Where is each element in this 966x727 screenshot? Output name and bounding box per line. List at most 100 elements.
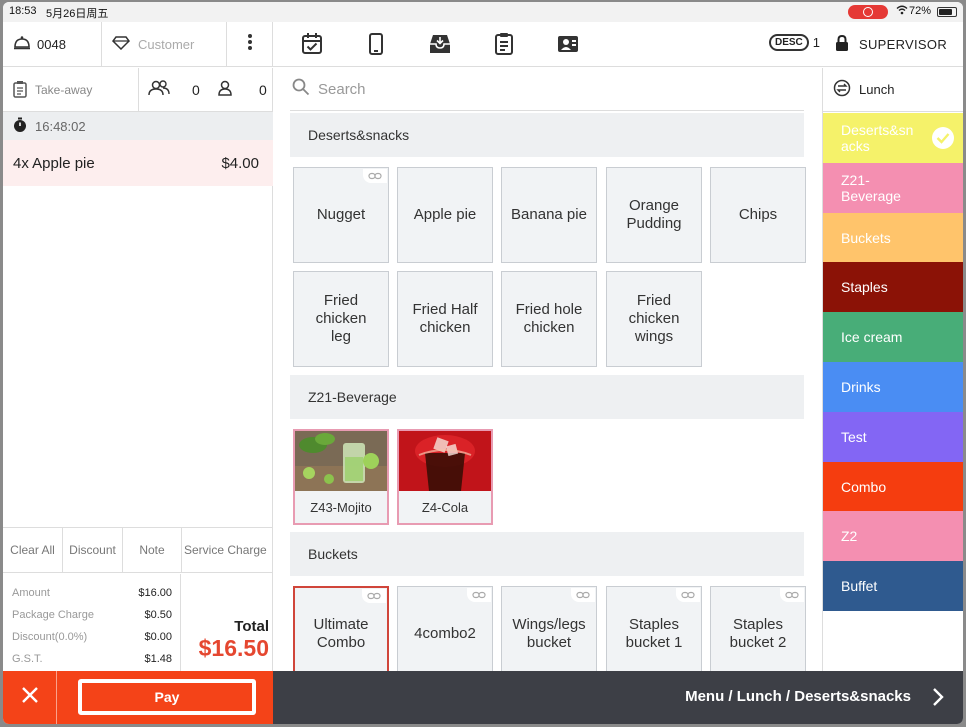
diamond-icon — [112, 36, 130, 53]
cancel-order-button[interactable] — [3, 671, 57, 724]
menu-selector[interactable]: Lunch — [823, 68, 963, 112]
inbox-download-icon[interactable] — [426, 30, 454, 58]
product-name: Orange Pudding — [626, 197, 682, 232]
product-name: Staples bucket 2 — [729, 616, 787, 651]
product-name: 4combo2 — [414, 625, 476, 642]
product-tile[interactable]: Staples bucket 2 — [710, 586, 806, 671]
summary-row-amount: Amount $16.00 — [12, 582, 172, 604]
category-item[interactable]: Z21- Beverage — [823, 162, 963, 213]
link-icon — [571, 588, 595, 602]
pos-screen: 18:53 5月26日周五 72% 0048 Customer DESC 1 S… — [3, 2, 963, 724]
swap-icon — [833, 79, 851, 100]
product-tile[interactable]: Banana pie — [501, 167, 597, 263]
sort-desc-toggle[interactable]: DESC 1 — [769, 34, 820, 51]
summary-label: G.S.T. — [12, 653, 43, 665]
note-button[interactable]: Note — [123, 528, 182, 572]
order-summary: Amount $16.00 Package Charge $0.50 Discoun… — [3, 574, 273, 671]
product-name: Staples bucket 1 — [625, 616, 683, 651]
screen-record-icon — [848, 5, 888, 19]
product-tile[interactable]: Chips — [710, 167, 806, 263]
category-label: Buckets — [841, 229, 891, 246]
category-label: Z2 — [841, 528, 858, 545]
tablet-icon[interactable] — [362, 30, 390, 58]
product-tile-mojito[interactable]: Z43-Mojito — [293, 429, 389, 525]
wifi-icon — [896, 4, 908, 19]
product-tile[interactable]: 4combo2 — [397, 586, 493, 671]
desc-badge: DESC — [769, 34, 809, 51]
product-name: Chips — [738, 206, 778, 223]
search-icon — [292, 78, 310, 101]
order-number: 0048 — [37, 37, 66, 52]
total-label: Total — [234, 618, 269, 635]
summary-row-package: Package Charge $0.50 — [12, 604, 172, 626]
product-tile[interactable]: Orange Pudding — [606, 167, 702, 263]
clipboard-icon — [13, 80, 27, 101]
top-bar: 0048 Customer DESC 1 SUPERVISOR — [3, 22, 963, 67]
clipboard-list-icon[interactable] — [490, 30, 518, 58]
category-item[interactable]: Buckets — [823, 212, 963, 263]
product-name: Apple pie — [413, 206, 477, 223]
summary-row-discount: Discount(0.0%) $0.00 — [12, 626, 172, 648]
product-name: Fried chicken leg — [315, 292, 367, 345]
calendar-check-icon[interactable] — [298, 30, 326, 58]
product-tile[interactable]: Staples bucket 1 — [606, 586, 702, 671]
user-role-button[interactable]: SUPERVISOR — [835, 34, 947, 55]
line-item-label: 4x Apple pie — [13, 154, 95, 172]
more-menu-button[interactable] — [227, 22, 273, 67]
menu-name: Lunch — [859, 82, 895, 97]
order-type-button[interactable]: Take-away — [3, 68, 139, 112]
product-tile[interactable]: Apple pie — [397, 167, 493, 263]
link-icon — [467, 588, 491, 602]
product-tile[interactable]: Fried Half chicken — [397, 271, 493, 367]
category-label: Deserts&sn acks — [841, 122, 914, 154]
category-label: Drinks — [841, 379, 881, 395]
category-label: Z21- Beverage — [841, 171, 901, 204]
pay-bar: Pay — [3, 671, 273, 724]
search-input[interactable] — [318, 80, 718, 98]
customer-label: Customer — [138, 37, 195, 52]
category-item[interactable]: Z2 — [823, 511, 963, 562]
chevron-right-icon[interactable] — [931, 687, 945, 712]
guest-count-button[interactable]: 0 — [148, 80, 200, 99]
stopwatch-icon — [13, 117, 27, 136]
customer-button[interactable]: Customer — [102, 22, 227, 67]
product-name: Fried hole chicken — [515, 301, 583, 336]
user-card-icon[interactable] — [554, 30, 582, 58]
order-number-button[interactable]: 0048 — [3, 22, 102, 67]
product-tile[interactable]: Fried hole chicken — [501, 271, 597, 367]
battery-icon — [937, 7, 957, 17]
line-item-price: $4.00 — [221, 154, 259, 172]
order-line-item[interactable]: 4x Apple pie $4.00 — [3, 140, 273, 186]
category-item[interactable]: Combo — [823, 461, 963, 512]
product-tile[interactable]: Wings/legs bucket — [501, 586, 597, 671]
staff-count-button[interactable]: 0 — [217, 80, 267, 99]
category-item[interactable]: Buffet — [823, 561, 963, 612]
summary-value: $0.50 — [144, 609, 172, 621]
product-tile[interactable]: Ultimate Combo — [293, 586, 389, 671]
summary-rows: Amount $16.00 Package Charge $0.50 Discoun… — [3, 574, 181, 671]
order-total: Total $16.50 — [181, 618, 269, 662]
product-tile-cola[interactable]: Z4-Cola — [397, 429, 493, 525]
status-bar: 18:53 5月26日周五 72% — [3, 2, 963, 22]
summary-label: Discount(0.0%) — [12, 631, 88, 643]
category-label: Ice cream — [841, 329, 903, 346]
link-icon — [363, 169, 387, 183]
service-bell-icon — [13, 35, 31, 54]
discount-button[interactable]: Discount — [63, 528, 123, 572]
status-time: 18:53 — [9, 5, 37, 17]
section-header-beverage: Z21-Beverage — [290, 375, 804, 419]
product-tile[interactable]: Fried chicken wings — [606, 271, 702, 367]
close-icon — [21, 686, 39, 709]
category-item[interactable]: Staples — [823, 262, 963, 313]
category-item[interactable]: Deserts&sn acks — [823, 113, 963, 163]
product-tile[interactable]: Nugget — [293, 167, 389, 263]
category-label: Combo — [841, 478, 887, 495]
service-charge-button[interactable]: Service Charge — [182, 528, 273, 572]
category-item[interactable]: Drinks — [823, 362, 963, 412]
product-tile[interactable]: Fried chicken leg — [293, 271, 389, 367]
product-name: Wings/legs bucket — [512, 616, 586, 651]
category-item[interactable]: Test — [823, 411, 963, 462]
clear-all-button[interactable]: Clear All — [3, 528, 63, 572]
category-item[interactable]: Ice cream — [823, 312, 963, 363]
pay-button[interactable]: Pay — [78, 679, 256, 715]
